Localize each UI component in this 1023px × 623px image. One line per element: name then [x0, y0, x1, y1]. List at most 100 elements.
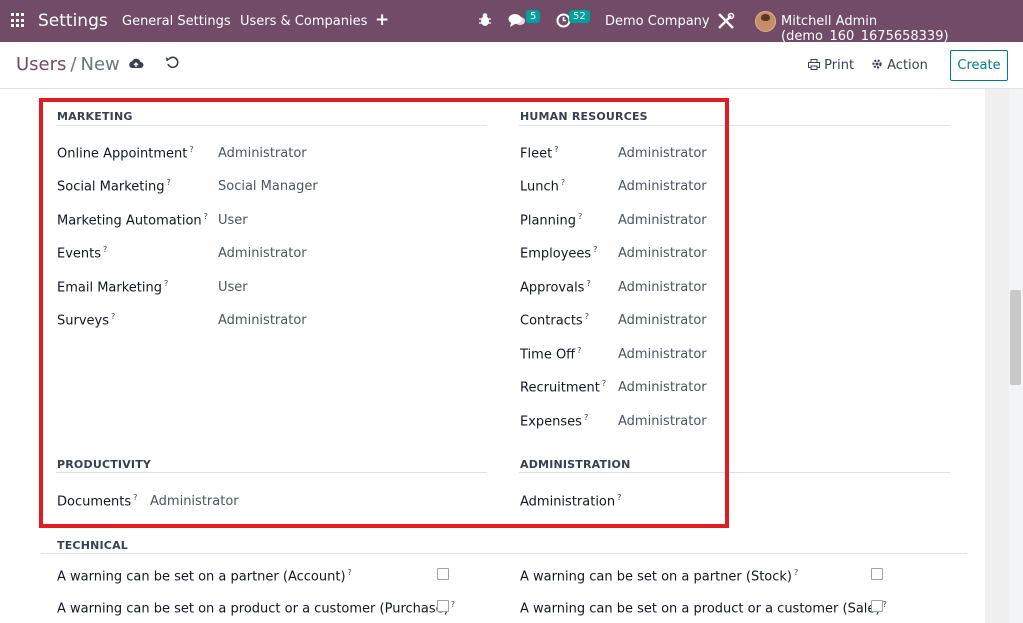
- field-label-online-appointment: Online Appointment?: [57, 145, 194, 162]
- save-cloud-icon[interactable]: [128, 57, 144, 73]
- field-label-time-off: Time Off?: [520, 346, 582, 363]
- field-value-online-appointment[interactable]: Administrator: [218, 146, 307, 161]
- user-avatar[interactable]: [755, 11, 776, 32]
- help-icon[interactable]: ?: [584, 413, 588, 422]
- field-value-marketing-automation[interactable]: User: [218, 213, 248, 228]
- action-label: Action: [887, 58, 928, 73]
- checkbox-warning-partner-account[interactable]: [437, 568, 449, 580]
- breadcrumb-current: New: [80, 54, 120, 75]
- chat-icon[interactable]: [508, 13, 526, 32]
- user-menu[interactable]: Mitchell Admin (demo_160_1675658339): [781, 14, 1023, 44]
- checkbox-warning-product-purchase[interactable]: [437, 600, 449, 612]
- group-title-administration: ADMINISTRATION: [520, 458, 631, 471]
- tools-icon[interactable]: [717, 12, 735, 34]
- field-label-recruitment: Recruitment?: [520, 379, 607, 396]
- field-value-lunch[interactable]: Administrator: [618, 179, 707, 194]
- group-divider: [519, 472, 950, 473]
- app-menu-icon[interactable]: [11, 13, 26, 28]
- create-button[interactable]: Create: [950, 50, 1008, 81]
- activity-count-badge: 52: [569, 10, 590, 23]
- print-label: Print: [824, 58, 855, 73]
- company-switcher[interactable]: Demo Company: [605, 14, 710, 29]
- help-icon[interactable]: ?: [133, 493, 137, 502]
- group-divider: [56, 472, 487, 473]
- help-icon[interactable]: ?: [189, 145, 193, 154]
- help-icon[interactable]: ?: [617, 493, 621, 502]
- field-value-approvals[interactable]: Administrator: [618, 280, 707, 295]
- field-label-expenses: Expenses?: [520, 413, 589, 430]
- field-label-approvals: Approvals?: [520, 279, 591, 296]
- field-label-events: Events?: [57, 245, 108, 262]
- form-sheet: [0, 89, 985, 623]
- group-title-marketing: MARKETING: [57, 110, 133, 123]
- chat-count-badge: 5: [526, 10, 541, 23]
- field-label-email-marketing: Email Marketing?: [57, 279, 169, 296]
- help-icon[interactable]: ?: [204, 212, 208, 221]
- action-button[interactable]: Action: [871, 58, 928, 73]
- field-value-documents[interactable]: Administrator: [150, 494, 239, 509]
- field-label-lunch: Lunch?: [520, 178, 566, 195]
- help-icon[interactable]: ?: [166, 178, 170, 187]
- field-value-email-marketing[interactable]: User: [218, 280, 248, 295]
- menu-users-companies[interactable]: Users & Companies: [240, 14, 367, 29]
- field-label-warning-product-sale: A warning can be set on a product or a c…: [520, 600, 887, 617]
- help-icon[interactable]: ?: [602, 379, 606, 388]
- discard-undo-icon[interactable]: [165, 55, 179, 73]
- field-value-employees[interactable]: Administrator: [618, 246, 707, 261]
- field-label-warning-product-purchase: A warning can be set on a product or a c…: [57, 600, 455, 617]
- field-label-contracts: Contracts?: [520, 312, 589, 329]
- field-label-employees: Employees?: [520, 245, 598, 262]
- checkbox-warning-product-sale[interactable]: [871, 600, 883, 612]
- app-title[interactable]: Settings: [38, 11, 108, 31]
- group-divider: [41, 553, 967, 554]
- help-icon[interactable]: ?: [593, 245, 597, 254]
- help-icon[interactable]: ?: [577, 346, 581, 355]
- group-title-productivity: PRODUCTIVITY: [57, 458, 152, 471]
- help-icon[interactable]: ?: [578, 212, 582, 221]
- field-value-contracts[interactable]: Administrator: [618, 313, 707, 328]
- field-value-time-off[interactable]: Administrator: [618, 347, 707, 362]
- field-label-surveys: Surveys?: [57, 312, 116, 329]
- gear-icon: [871, 58, 887, 73]
- help-icon[interactable]: ?: [111, 312, 115, 321]
- help-icon[interactable]: ?: [348, 568, 352, 577]
- field-value-recruitment[interactable]: Administrator: [618, 380, 707, 395]
- breadcrumb: Users / New: [16, 54, 120, 75]
- menu-general-settings[interactable]: General Settings: [122, 14, 231, 29]
- field-label-warning-partner-stock: A warning can be set on a partner (Stock…: [520, 568, 799, 585]
- help-icon[interactable]: ?: [561, 178, 565, 187]
- breadcrumb-separator: /: [70, 54, 77, 75]
- help-icon[interactable]: ?: [883, 600, 887, 609]
- group-divider: [56, 125, 487, 126]
- help-icon[interactable]: ?: [451, 600, 455, 609]
- help-icon[interactable]: ?: [554, 145, 558, 154]
- field-value-expenses[interactable]: Administrator: [618, 414, 707, 429]
- scrollbar-thumb[interactable]: [1010, 290, 1021, 385]
- debug-bug-icon[interactable]: [478, 12, 492, 31]
- help-icon[interactable]: ?: [794, 568, 798, 577]
- control-panel: Users / New Print Action Create: [0, 42, 1023, 89]
- field-value-social-marketing[interactable]: Social Manager: [218, 179, 318, 194]
- field-label-administration: Administration?: [520, 493, 622, 510]
- field-label-fleet: Fleet?: [520, 145, 559, 162]
- field-value-fleet[interactable]: Administrator: [618, 146, 707, 161]
- help-icon[interactable]: ?: [164, 279, 168, 288]
- add-menu-button[interactable]: +: [375, 10, 389, 30]
- field-value-planning[interactable]: Administrator: [618, 213, 707, 228]
- help-icon[interactable]: ?: [585, 312, 589, 321]
- printer-icon: [808, 58, 824, 73]
- field-label-social-marketing: Social Marketing?: [57, 178, 171, 195]
- group-title-human-resources: HUMAN RESOURCES: [520, 110, 648, 123]
- group-divider: [519, 125, 950, 126]
- field-label-marketing-automation: Marketing Automation?: [57, 212, 208, 229]
- help-icon[interactable]: ?: [586, 279, 590, 288]
- group-title-technical: TECHNICAL: [57, 539, 128, 552]
- breadcrumb-users-link[interactable]: Users: [16, 54, 66, 75]
- field-label-warning-partner-account: A warning can be set on a partner (Accou…: [57, 568, 352, 585]
- field-value-events[interactable]: Administrator: [218, 246, 307, 261]
- top-navbar: Settings General Settings Users & Compan…: [0, 0, 1023, 44]
- checkbox-warning-partner-stock[interactable]: [871, 568, 883, 580]
- help-icon[interactable]: ?: [103, 245, 107, 254]
- field-value-surveys[interactable]: Administrator: [218, 313, 307, 328]
- print-button[interactable]: Print: [808, 58, 854, 73]
